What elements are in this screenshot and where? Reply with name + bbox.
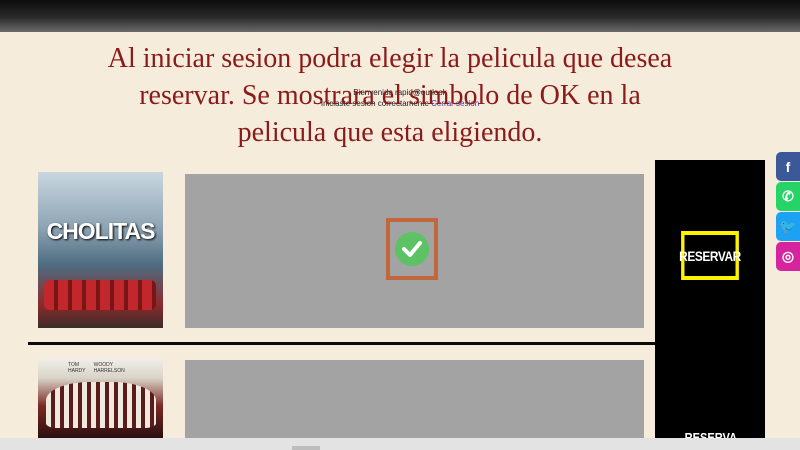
poster-artwork [46, 382, 156, 428]
poster-credit: WOODY HARRELSON [93, 362, 125, 374]
poster-title: CHOLITAS [46, 218, 156, 244]
reserve-column [655, 160, 765, 450]
poster-credit: TOM HARDY [68, 362, 86, 374]
tutorial-caption: Al iniciar sesion podra elegir la pelicu… [0, 40, 780, 151]
movie-poster-2[interactable]: TOM HARDY WOODY HARRELSON [38, 358, 163, 438]
movie-poster-cholitas[interactable]: CHOLITAS [38, 172, 163, 328]
ok-check-icon [395, 232, 429, 266]
instagram-icon[interactable]: ◎ [776, 242, 800, 271]
scrollbar-thumb[interactable] [292, 446, 320, 450]
movie-select-panel[interactable] [185, 360, 644, 438]
caption-line-2: reservar. Se mostrara el simbolo de OK e… [139, 80, 641, 111]
caption-line-1: Al iniciar sesion podra elegir la pelicu… [107, 43, 673, 74]
twitter-icon[interactable]: 🐦 [776, 212, 800, 241]
browser-top-bar [0, 0, 800, 32]
row-divider [28, 342, 656, 345]
horizontal-scrollbar[interactable] [0, 438, 800, 450]
poster-credits: TOM HARDY WOODY HARRELSON [68, 362, 138, 374]
whatsapp-icon[interactable]: ✆ [776, 182, 800, 211]
social-share-bar: f ✆ 🐦 ◎ [776, 152, 800, 272]
checkmark-icon [402, 241, 422, 257]
movie-select-panel[interactable] [185, 174, 644, 328]
poster-artwork [44, 280, 156, 310]
selected-highlight [386, 218, 438, 280]
facebook-icon[interactable]: f [776, 152, 800, 181]
caption-line-3: pelicula que esta eligiendo. [237, 117, 543, 148]
reserve-button[interactable]: RESERVAR [679, 231, 741, 280]
